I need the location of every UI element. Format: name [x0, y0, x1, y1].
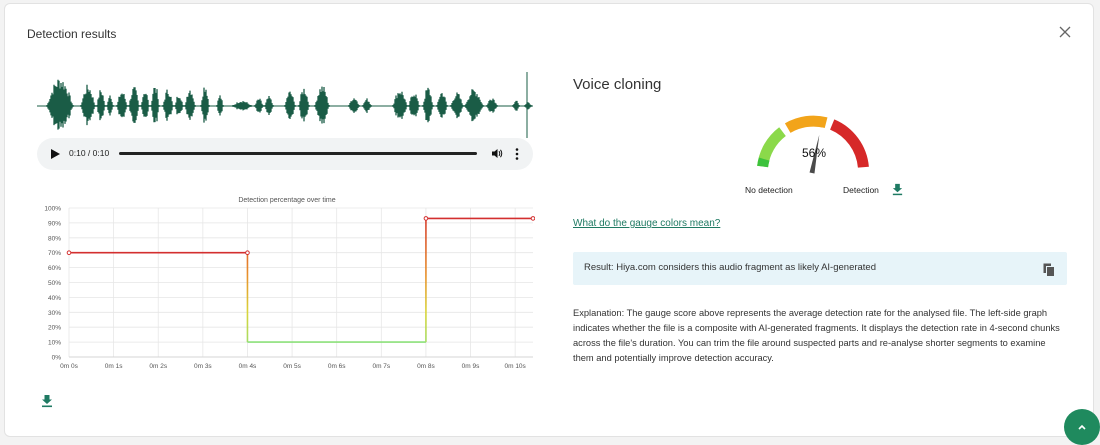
- x-tick-label: 0m 2s: [149, 363, 167, 370]
- modal-title: Detection results: [27, 27, 117, 41]
- detection-label: Detection: [843, 185, 879, 195]
- y-tick-label: 100%: [44, 206, 61, 213]
- result-text: Result: Hiya.com considers this audio fr…: [584, 262, 876, 273]
- download-chart-icon[interactable]: [40, 394, 54, 408]
- result-banner: Result: Hiya.com considers this audio fr…: [573, 252, 1067, 285]
- chart-title: Detection percentage over time: [238, 197, 335, 204]
- y-tick-label: 60%: [48, 265, 61, 272]
- gauge-value: 56%: [801, 146, 827, 160]
- chevron-up-icon: [1078, 424, 1086, 430]
- detection-gauge: [757, 115, 869, 174]
- x-tick-label: 0m 5s: [283, 363, 301, 370]
- y-tick-label: 40%: [48, 295, 61, 302]
- x-tick-label: 0m 3s: [194, 363, 212, 370]
- y-tick-label: 30%: [48, 310, 61, 317]
- scroll-to-top-button[interactable]: [1064, 409, 1100, 445]
- audio-time: 0:10 / 0:10: [69, 148, 110, 158]
- y-tick-label: 80%: [48, 235, 61, 242]
- download-gauge-icon[interactable]: [891, 183, 904, 196]
- close-icon[interactable]: [1057, 24, 1073, 40]
- y-tick-label: 20%: [48, 325, 61, 332]
- more-options-icon[interactable]: [515, 147, 519, 161]
- audio-waveform[interactable]: [37, 72, 533, 138]
- audio-player: 0:10 / 0:10: [37, 138, 533, 170]
- x-tick-label: 0m 9s: [462, 363, 480, 370]
- detection-results-modal: Detection results 0:10 / 0:10 Detection …: [4, 3, 1094, 437]
- y-tick-label: 50%: [48, 280, 61, 287]
- x-tick-label: 0m 0s: [60, 363, 78, 370]
- no-detection-label: No detection: [745, 185, 793, 195]
- volume-icon[interactable]: [491, 147, 503, 160]
- voice-cloning-title: Voice cloning: [573, 76, 662, 93]
- data-point[interactable]: [245, 250, 250, 256]
- x-tick-label: 0m 1s: [105, 363, 123, 370]
- y-tick-label: 90%: [48, 220, 61, 227]
- x-tick-label: 0m 6s: [328, 363, 346, 370]
- x-tick-label: 0m 7s: [372, 363, 390, 370]
- data-point[interactable]: [66, 250, 72, 256]
- x-tick-label: 0m 10s: [504, 363, 526, 370]
- data-point[interactable]: [530, 216, 535, 221]
- gauge-colors-link[interactable]: What do the gauge colors mean?: [573, 218, 720, 229]
- copy-icon[interactable]: [1043, 263, 1055, 277]
- audio-progress-bar[interactable]: [119, 152, 477, 155]
- detection-chart: Detection percentage over time 0% 10% 20% 3…: [44, 197, 535, 370]
- explanation-text: Explanation: The gauge score above repre…: [573, 308, 1060, 363]
- y-tick-label: 70%: [48, 250, 61, 257]
- play-icon[interactable]: [49, 148, 61, 160]
- data-point[interactable]: [423, 216, 429, 221]
- x-tick-label: 0m 8s: [417, 363, 435, 370]
- y-tick-label: 10%: [48, 340, 61, 347]
- y-tick-label: 0%: [52, 355, 62, 362]
- x-tick-label: 0m 4s: [239, 363, 257, 370]
